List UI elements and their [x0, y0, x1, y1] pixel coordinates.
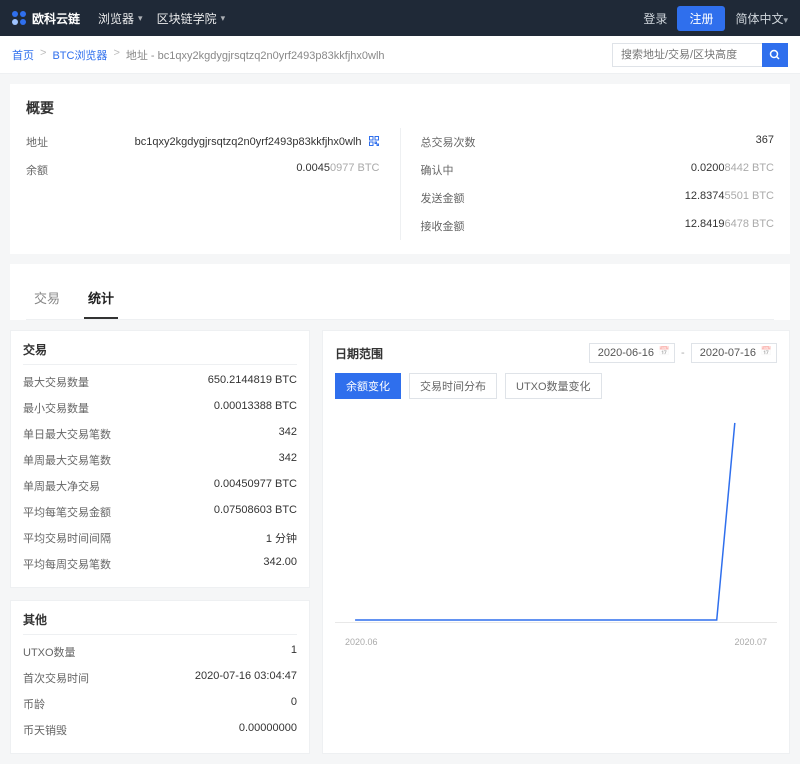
x-right: 2020.07: [734, 637, 767, 647]
breadcrumb: 首页 > BTC浏览器 > 地址 - bc1qxy2kgdygjrsqtzq2n…: [12, 47, 385, 63]
chart-tab-timedist[interactable]: 交易时间分布: [409, 373, 497, 399]
balance-label: 余额: [26, 162, 48, 178]
overview-panel: 概要 地址 bc1qxy2kgdygjrsqtzq2n0yrf2493p83kk…: [10, 84, 790, 254]
tab-tx[interactable]: 交易: [30, 278, 64, 319]
crumb-home[interactable]: 首页: [12, 47, 34, 63]
stats-other-title: 其他: [23, 611, 297, 635]
search-button[interactable]: [762, 43, 788, 67]
topbar: 欧科云链 浏览器 区块链学院 登录 注册 简体中文: [0, 0, 800, 36]
chart-tab-balance[interactable]: 余额变化: [335, 373, 401, 399]
address-label: 地址: [26, 134, 48, 150]
stats-tx-title: 交易: [23, 341, 297, 365]
stats-tx-card: 交易 最大交易数量650.2144819 BTC 最小交易数量0.0001338…: [10, 330, 310, 588]
recv-label: 接收金额: [421, 218, 465, 234]
crumb-sep: >: [113, 47, 119, 63]
x-left: 2020.06: [345, 637, 378, 647]
date-sep: -: [681, 347, 685, 359]
auth-area: 登录 注册 简体中文: [643, 6, 788, 31]
sent-label: 发送金额: [421, 190, 465, 206]
nav-academy[interactable]: 区块链学院: [157, 10, 226, 27]
address-value: bc1qxy2kgdygjrsqtzq2n0yrf2493p83kkfjhx0w…: [135, 136, 362, 148]
date-from[interactable]: 2020-06-16: [589, 343, 675, 363]
stats-other-card: 其他 UTXO数量1 首次交易时间2020-07-16 03:04:47 币龄0…: [10, 600, 310, 754]
chart-pane: 日期范围 2020-06-16 - 2020-07-16 余额变化 交易时间分布…: [322, 330, 790, 754]
tab-stats[interactable]: 统计: [84, 278, 118, 319]
crumb-current: 地址 - bc1qxy2kgdygjrsqtzq2n0yrf2493p83kkf…: [126, 47, 385, 63]
signup-button[interactable]: 注册: [677, 6, 725, 31]
txcount-value: 367: [756, 134, 774, 150]
date-to[interactable]: 2020-07-16: [691, 343, 777, 363]
language-switch[interactable]: 简体中文: [735, 10, 788, 27]
top-nav: 浏览器 区块链学院: [98, 10, 225, 27]
confirming-label: 确认中: [421, 162, 454, 178]
login-link[interactable]: 登录: [643, 10, 667, 27]
brand[interactable]: 欧科云链: [12, 10, 80, 27]
search-input[interactable]: [612, 43, 762, 67]
brand-text: 欧科云链: [32, 10, 80, 27]
balance-chart: [335, 413, 777, 623]
chart-tab-utxo[interactable]: UTXO数量变化: [505, 373, 602, 399]
nav-explorers[interactable]: 浏览器: [98, 10, 143, 27]
crumb-explorer[interactable]: BTC浏览器: [52, 47, 107, 63]
brand-logo-icon: [12, 11, 26, 25]
range-title: 日期范围: [335, 345, 583, 362]
overview-title: 概要: [26, 98, 774, 118]
utxo-link[interactable]: 1: [291, 644, 297, 660]
tabs-panel: 交易 统计: [10, 264, 790, 320]
qr-icon[interactable]: [368, 135, 380, 150]
crumb-sep: >: [40, 47, 46, 63]
breadcrumb-bar: 首页 > BTC浏览器 > 地址 - bc1qxy2kgdygjrsqtzq2n…: [0, 36, 800, 74]
txcount-label: 总交易次数: [421, 134, 476, 150]
search-icon: [769, 49, 781, 61]
